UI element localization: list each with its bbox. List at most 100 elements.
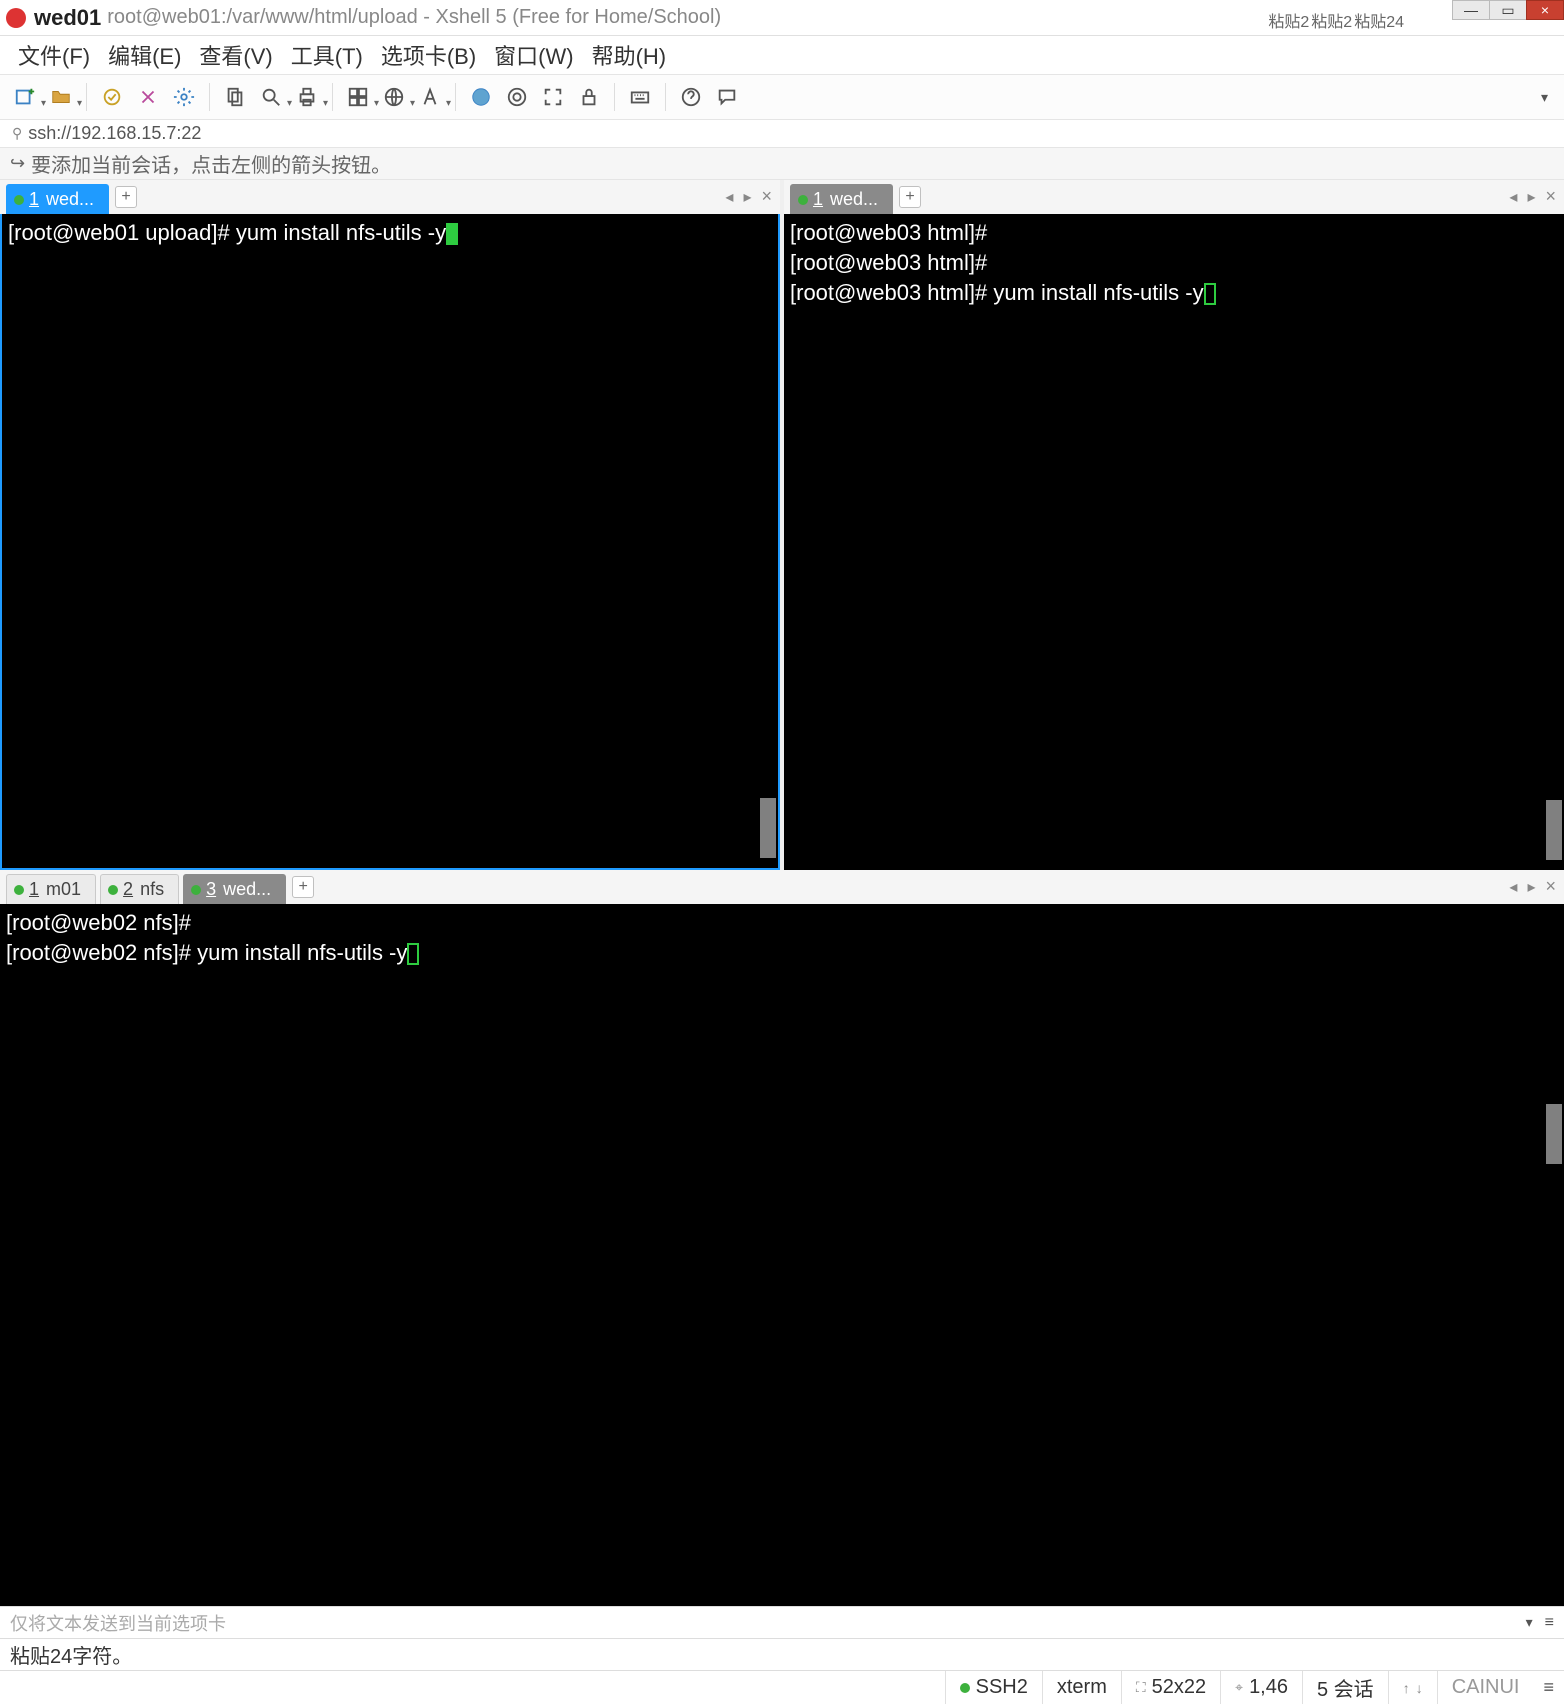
window-buttons: — ▭ × bbox=[1453, 0, 1564, 20]
tab-pane-right[interactable]: 1 wed... bbox=[790, 184, 893, 214]
print-button[interactable]: ▾ bbox=[292, 82, 322, 112]
tab-close-icon[interactable]: × bbox=[761, 186, 772, 207]
tab-session[interactable]: 1 m01 bbox=[6, 874, 96, 904]
status-dot-icon bbox=[14, 195, 24, 205]
disconnect-button[interactable] bbox=[133, 82, 163, 112]
menu-file[interactable]: 文件(F) bbox=[14, 37, 94, 73]
copy-button[interactable] bbox=[220, 82, 250, 112]
send-text-placeholder: 仅将文本发送到当前选项卡 bbox=[10, 1610, 226, 1636]
send-text-bar[interactable]: 仅将文本发送到当前选项卡 ▾ ≡ bbox=[0, 1606, 1564, 1638]
pane-lower: 1 m01 2 nfs 3 wed... + ◂ ▸ × [root@web02 nf… bbox=[0, 870, 1564, 1606]
open-folder-button[interactable]: ▾ bbox=[46, 82, 76, 112]
keyboard-button[interactable] bbox=[625, 82, 655, 112]
watermark-area: 粘贴2 粘贴2 粘贴24 bbox=[1268, 8, 1404, 32]
hint-arrow-icon[interactable]: ↪ bbox=[10, 153, 25, 174]
tab-label: 1 wed... bbox=[813, 189, 878, 210]
menu-tabs[interactable]: 选项卡(B) bbox=[377, 37, 480, 73]
close-button[interactable]: × bbox=[1526, 0, 1564, 20]
menu-window[interactable]: 窗口(W) bbox=[490, 37, 577, 73]
menu-help[interactable]: 帮助(H) bbox=[588, 37, 671, 73]
status-nav: ↑↓ bbox=[1388, 1671, 1437, 1704]
tab-session[interactable]: 2 nfs bbox=[100, 874, 179, 904]
maximize-button[interactable]: ▭ bbox=[1489, 0, 1527, 20]
status-message: 粘贴24字符。 bbox=[10, 1640, 132, 1669]
tab-next-icon[interactable]: ▸ bbox=[1527, 877, 1535, 897]
pane-right: 1 wed... + ◂ ▸ × [root@web03 html]#[root… bbox=[784, 180, 1564, 870]
menu-tools[interactable]: 工具(T) bbox=[287, 37, 367, 73]
tab-label: 1 wed... bbox=[29, 189, 94, 210]
status-dot-icon bbox=[108, 885, 118, 895]
tab-prev-icon[interactable]: ◂ bbox=[1509, 187, 1517, 207]
tab-label: 1 m01 bbox=[29, 879, 81, 900]
status-dot-icon bbox=[191, 885, 201, 895]
new-session-button[interactable]: ▾ bbox=[10, 82, 40, 112]
tab-prev-icon[interactable]: ◂ bbox=[1509, 877, 1517, 897]
add-tab-button[interactable]: + bbox=[899, 186, 921, 208]
menu-edit[interactable]: 编辑(E) bbox=[104, 37, 185, 73]
status-ssh: SSH2 bbox=[945, 1671, 1042, 1704]
tab-label: 2 nfs bbox=[123, 879, 164, 900]
status-bar-info: SSH2 xterm ⛶52x22 ⌖1,46 5 会话 ↑↓ CAINUI ≡ bbox=[0, 1670, 1564, 1704]
toolbar-sep bbox=[455, 83, 456, 111]
help-button[interactable] bbox=[676, 82, 706, 112]
hint-bar: ↪ 要添加当前会话，点击左侧的箭头按钮。 bbox=[0, 148, 1564, 180]
menu-view[interactable]: 查看(V) bbox=[195, 37, 276, 73]
status-dot-icon bbox=[798, 195, 808, 205]
pane-left-tabstrip: 1 wed... + ◂ ▸ × bbox=[0, 180, 780, 214]
status-pos: ⌖1,46 bbox=[1220, 1671, 1302, 1704]
tab-close-icon[interactable]: × bbox=[1545, 876, 1556, 897]
lock-button[interactable] bbox=[574, 82, 604, 112]
address-bar[interactable]: ⚲ ssh://192.168.15.7:22 bbox=[0, 120, 1564, 148]
tab-next-icon[interactable]: ▸ bbox=[1527, 187, 1535, 207]
toolbar-sep bbox=[86, 83, 87, 111]
encoding-button[interactable]: ▾ bbox=[379, 82, 409, 112]
pane-left: 1 wed... + ◂ ▸ × [root@web01 upload]# yu… bbox=[0, 180, 784, 870]
status-menu-icon[interactable]: ≡ bbox=[1543, 1677, 1554, 1698]
size-icon: ⛶ bbox=[1136, 1679, 1146, 1696]
highlight-button[interactable] bbox=[502, 82, 532, 112]
terminal-right[interactable]: [root@web03 html]#[root@web03 html]#[roo… bbox=[784, 214, 1564, 870]
color-scheme-button[interactable] bbox=[466, 82, 496, 112]
send-menu-icon[interactable]: ≡ bbox=[1545, 1614, 1554, 1632]
hint-text: 要添加当前会话，点击左侧的箭头按钮。 bbox=[31, 149, 391, 178]
layout-button[interactable]: ▾ bbox=[343, 82, 373, 112]
properties-button[interactable] bbox=[169, 82, 199, 112]
toolbar-overflow[interactable]: ▾ bbox=[1535, 89, 1554, 106]
tab-session[interactable]: 3 wed... bbox=[183, 874, 286, 904]
address-text: ssh://192.168.15.7:22 bbox=[28, 123, 201, 144]
status-sessions: 5 会话 bbox=[1302, 1671, 1388, 1704]
toolbar: ▾ ▾ ▾ ▾ ▾ ▾ ▾ ▾ bbox=[0, 74, 1564, 120]
window-title-main: wed01 bbox=[34, 5, 101, 31]
status-user: CAINUI bbox=[1437, 1671, 1534, 1704]
pane-lower-tabstrip: 1 m01 2 nfs 3 wed... + ◂ ▸ × bbox=[0, 870, 1564, 904]
terminal-lower[interactable]: [root@web02 nfs]#[root@web02 nfs]# yum i… bbox=[0, 904, 1564, 1606]
toolbar-sep bbox=[209, 83, 210, 111]
fullscreen-button[interactable] bbox=[538, 82, 568, 112]
tab-label: 3 wed... bbox=[206, 879, 271, 900]
tab-pane-left[interactable]: 1 wed... bbox=[6, 184, 109, 214]
menu-bar: 文件(F) 编辑(E) 查看(V) 工具(T) 选项卡(B) 窗口(W) 帮助(… bbox=[0, 36, 1564, 74]
reconnect-button[interactable] bbox=[97, 82, 127, 112]
app-icon bbox=[6, 8, 26, 28]
scrollbar[interactable] bbox=[1546, 1104, 1562, 1164]
feedback-button[interactable] bbox=[712, 82, 742, 112]
tab-prev-icon[interactable]: ◂ bbox=[725, 187, 733, 207]
status-size: ⛶52x22 bbox=[1121, 1671, 1220, 1704]
status-term: xterm bbox=[1042, 1671, 1121, 1704]
scrollbar[interactable] bbox=[760, 798, 776, 858]
toolbar-sep bbox=[614, 83, 615, 111]
upper-split: 1 wed... + ◂ ▸ × [root@web01 upload]# yu… bbox=[0, 180, 1564, 870]
font-button[interactable]: ▾ bbox=[415, 82, 445, 112]
find-button[interactable]: ▾ bbox=[256, 82, 286, 112]
status-bar-message: 粘贴24字符。 bbox=[0, 1638, 1564, 1670]
send-mode-dropdown[interactable]: ▾ bbox=[1526, 1614, 1533, 1631]
add-tab-button[interactable]: + bbox=[292, 876, 314, 898]
scrollbar[interactable] bbox=[1546, 800, 1562, 860]
tab-next-icon[interactable]: ▸ bbox=[743, 187, 751, 207]
minimize-button[interactable]: — bbox=[1452, 0, 1490, 20]
window-title-sub: root@web01:/var/www/html/upload - Xshell… bbox=[107, 6, 721, 29]
toolbar-sep bbox=[665, 83, 666, 111]
add-tab-button[interactable]: + bbox=[115, 186, 137, 208]
tab-close-icon[interactable]: × bbox=[1545, 186, 1556, 207]
terminal-left[interactable]: [root@web01 upload]# yum install nfs-uti… bbox=[0, 214, 780, 870]
